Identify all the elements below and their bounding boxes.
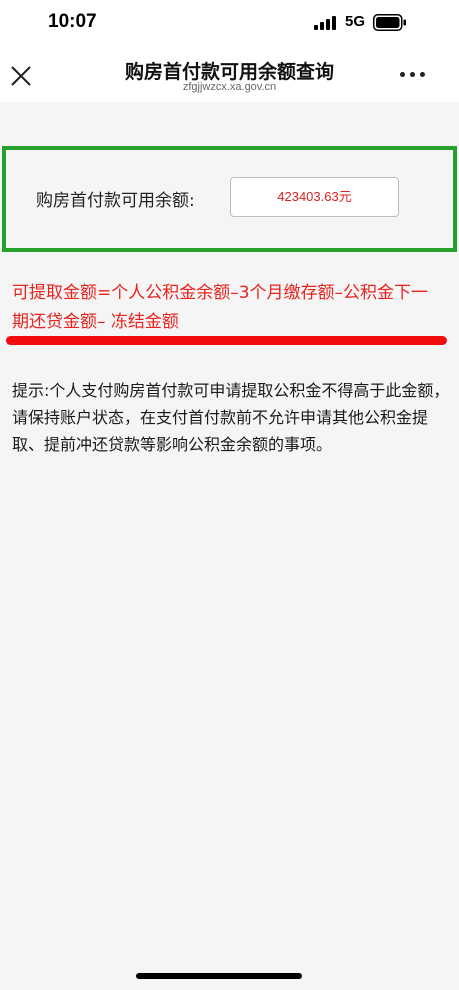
battery-icon (373, 14, 406, 31)
screen: 10:07 5G 购房首付款可用余额查询 zfgjjwzcx.xa.gov.cn… (0, 0, 459, 990)
balance-label: 购房首付款可用余额: (36, 191, 195, 211)
nav-bar: 购房首付款可用余额查询 zfgjjwzcx.xa.gov.cn (0, 48, 459, 102)
status-bar: 10:07 5G (0, 0, 459, 48)
red-underline-mark (6, 336, 447, 345)
signal-icon (314, 16, 340, 30)
more-icon[interactable] (400, 72, 426, 80)
page-url: zfgjjwzcx.xa.gov.cn (182, 81, 277, 93)
status-time: 10:07 (48, 11, 97, 32)
network-type: 5G (345, 13, 366, 30)
home-indicator[interactable] (136, 973, 302, 979)
page-title: 购房首付款可用余额查询 (124, 61, 334, 83)
balance-value-field: 423403.63元 (230, 177, 399, 217)
balance-highlight-box: 购房首付款可用余额: 423403.63元 (2, 146, 457, 252)
withdrawal-formula: 可提取金额=个人公积金余额–3个月缴存额–公积金下一期还贷金额– 冻结金额 (12, 283, 429, 332)
tip-text: 提示:个人支付购房首付款可申请提取公积金不得高于此金额，请保持账户状态，在支付首… (12, 381, 450, 454)
